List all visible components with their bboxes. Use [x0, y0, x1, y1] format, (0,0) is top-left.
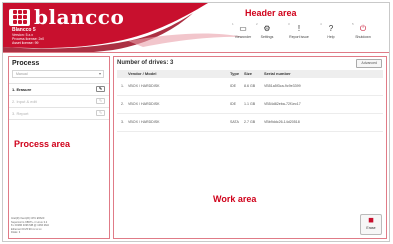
header: blancco Blancco 5 Version: 5.x.x Process… [3, 3, 389, 53]
system-info-line: Disks: 3 [11, 231, 21, 235]
row-index: 3. [121, 120, 124, 124]
step-label: 1. Erasure [12, 87, 32, 92]
table-header: Vendor / Model Type Size Serial number [117, 70, 383, 78]
tool-label: Settings [260, 35, 274, 39]
edit-icon[interactable]: ✎ [96, 98, 105, 104]
asset-license: Asset license: 99 [12, 41, 39, 46]
logo-grid-icon [9, 8, 30, 26]
table-row[interactable]: 1. VBOX / HARDDISK IDE 8.6 GB VB51a5f3ca… [117, 78, 383, 96]
work-panel: Number of drives: 3 Advanced Vendor / Mo… [113, 56, 387, 239]
edit-icon[interactable]: ✎ [96, 110, 105, 116]
drives-count-title: Number of drives: 3 [117, 60, 174, 66]
row-serial: VB54d82eba-72f1ec17 [264, 102, 301, 106]
help-icon: ? [328, 24, 334, 33]
tool-number: 4 [320, 22, 322, 26]
row-type: IDE [230, 102, 236, 106]
process-title: Process [12, 60, 40, 67]
row-serial: VB51a5f3ca-9c9e3399 [264, 84, 301, 88]
viewonder-button[interactable]: 1 ▭ Viewonder [231, 22, 255, 39]
power-icon: ⏻ [359, 24, 367, 33]
chevron-down-icon: ▾ [98, 71, 101, 76]
row-type: SATA [230, 120, 239, 124]
tool-number: 2 [256, 22, 258, 26]
row-type: IDE [230, 84, 236, 88]
step-report[interactable]: 3. Report ✎ [9, 107, 109, 120]
row-size: 1.1 GB [244, 102, 256, 106]
process-select[interactable]: Manual ▾ [12, 70, 104, 78]
edit-icon[interactable]: ✎ [96, 86, 105, 92]
row-size: 2.7 GB [244, 120, 256, 124]
process-area-label: Process area [14, 139, 71, 149]
row-index: 2. [121, 102, 124, 106]
step-erasure[interactable]: 1. Erasure ✎ [9, 83, 109, 95]
process-select-value: Manual [16, 72, 28, 76]
product-info: Blancco 5 Version: 5.x.x Process license… [12, 27, 44, 46]
gear-icon: ⚙ [263, 24, 271, 33]
column-size[interactable]: Size [244, 70, 252, 78]
row-vendor: VBOX / HARDDISK [128, 102, 160, 106]
help-button[interactable]: 4 ? Help [319, 22, 343, 39]
tool-label: Viewonder [234, 35, 252, 39]
tool-number: 1 [232, 22, 234, 26]
erase-label: Erase [366, 226, 376, 230]
logo-text: blancco [34, 5, 125, 29]
header-area-label: Header area [245, 8, 297, 18]
monitor-icon: ▭ [239, 24, 247, 33]
row-serial: VBb9ddc26-14d20518 [264, 120, 300, 124]
app-window: blancco Blancco 5 Version: 5.x.x Process… [2, 2, 390, 242]
tool-number: 5 [352, 22, 354, 26]
row-size: 8.6 GB [244, 84, 256, 88]
erase-icon: ◼ [368, 217, 374, 224]
tool-label: Report issue [289, 35, 309, 39]
work-area-label: Work area [213, 194, 257, 204]
row-vendor: VBOX / HARDDISK [128, 120, 160, 124]
erase-button[interactable]: ◼ Erase [360, 214, 382, 235]
step-input-edit[interactable]: 2. Input & edit ✎ [9, 95, 109, 107]
shutdown-button[interactable]: 5 ⏻ Shutdown [351, 22, 375, 39]
process-steps: 1. Erasure ✎ 2. Input & edit ✎ 3. Report… [9, 83, 109, 120]
tool-number: 3 [288, 22, 290, 26]
column-type[interactable]: Type [230, 70, 239, 78]
column-vendor[interactable]: Vendor / Model [128, 70, 156, 78]
tool-label: Help [327, 35, 335, 39]
column-serial[interactable]: Serial number [264, 70, 291, 78]
tool-label: Shutdown [355, 35, 371, 39]
table-row[interactable]: 3. VBOX / HARDDISK SATA 2.7 GB VBb9ddc26… [117, 114, 383, 132]
report-icon: ! [297, 24, 301, 33]
row-vendor: VBOX / HARDDISK [128, 84, 160, 88]
table-row[interactable]: 2. VBOX / HARDDISK IDE 1.1 GB VB54d82eba… [117, 96, 383, 114]
step-label: 3. Report [12, 111, 29, 116]
row-index: 1. [121, 84, 124, 88]
advanced-button[interactable]: Advanced [356, 59, 382, 68]
toolbar: 1 ▭ Viewonder 2 ⚙ Settings 3 ! Report is… [231, 22, 375, 39]
process-panel: Process Manual ▾ 1. Erasure ✎ 2. Input &… [8, 56, 110, 239]
report-issue-button[interactable]: 3 ! Report issue [287, 22, 311, 39]
step-label: 2. Input & edit [12, 99, 37, 104]
system-info: Intel(R) Xeon(R) CPU E5620 Supermicro X8… [11, 217, 107, 235]
drives-table: Vendor / Model Type Size Serial number 1… [117, 70, 383, 132]
blancco-logo: blancco [9, 7, 124, 27]
settings-button[interactable]: 2 ⚙ Settings [255, 22, 279, 39]
